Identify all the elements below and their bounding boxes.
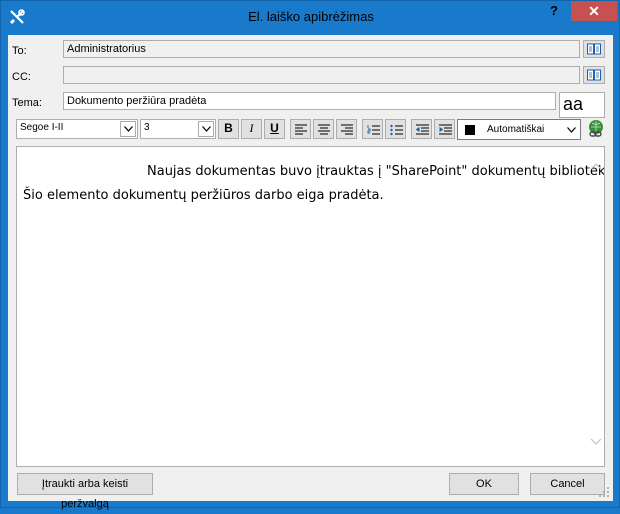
- subject-field[interactable]: Dokumento peržiūra pradėta: [63, 92, 556, 110]
- cc-address-book-button[interactable]: [583, 66, 605, 84]
- align-center-button[interactable]: [313, 119, 334, 139]
- to-address-book-button[interactable]: [583, 40, 605, 58]
- align-right-button[interactable]: [336, 119, 357, 139]
- body-line-1: Naujas dokumentas buvo įtrauktas į "Shar…: [147, 164, 605, 179]
- bullet-list-icon: [390, 124, 403, 136]
- font-name-select[interactable]: Segoe I-II: [16, 119, 138, 139]
- indent-icon: [439, 124, 452, 135]
- increase-indent-button[interactable]: [434, 119, 455, 139]
- align-center-icon: [318, 124, 330, 135]
- font-name-value: Segoe I-II: [20, 122, 64, 133]
- outdent-icon: [416, 124, 429, 135]
- chevron-down-icon: [567, 127, 576, 133]
- scroll-up-icon[interactable]: [590, 161, 602, 171]
- align-right-icon: [341, 124, 353, 135]
- email-dialog: El. laiško apibrėžimas ? ✕ To: Administr…: [0, 0, 620, 510]
- scroll-down-icon[interactable]: [590, 437, 602, 447]
- body-line-2: Šio elemento dokumentų peržiūros darbo e…: [23, 188, 384, 203]
- address-book-icon: [587, 43, 601, 55]
- to-field[interactable]: Administratorius: [63, 40, 580, 58]
- font-color-select[interactable]: Automatiškai: [457, 119, 581, 140]
- font-size-value: 3: [144, 122, 150, 133]
- resize-grip-icon[interactable]: [598, 486, 610, 498]
- add-lookup-button[interactable]: Įtraukti arba keisti peržvalgą: [17, 473, 153, 510]
- italic-button[interactable]: I: [241, 119, 262, 139]
- chevron-down-icon: [198, 121, 214, 137]
- font-color-value: Automatiškai: [487, 124, 545, 135]
- help-button[interactable]: ?: [538, 1, 570, 21]
- close-button[interactable]: ✕: [571, 1, 617, 21]
- address-book-icon: [587, 69, 601, 81]
- bullet-list-button[interactable]: [385, 119, 406, 139]
- dialog-title: El. laiško apibrėžimas: [248, 9, 374, 24]
- subject-label: Tema:: [12, 97, 42, 109]
- cancel-button[interactable]: Cancel: [530, 473, 605, 495]
- bold-button[interactable]: B: [218, 119, 239, 139]
- title-bar[interactable]: El. laiško apibrėžimas ? ✕: [1, 1, 620, 35]
- cc-field[interactable]: [63, 66, 580, 84]
- hyperlink-icon[interactable]: [586, 119, 606, 139]
- align-left-button[interactable]: [290, 119, 311, 139]
- align-left-icon: [295, 124, 307, 135]
- font-preview: aa: [559, 92, 605, 118]
- underline-button[interactable]: U: [264, 119, 285, 139]
- dialog-body: To: Administratorius CC: Tema: Dokumento…: [8, 35, 613, 510]
- chevron-down-icon: [120, 121, 136, 137]
- ok-button[interactable]: OK: [449, 473, 519, 495]
- cc-label: CC:: [12, 71, 31, 83]
- color-swatch: [465, 125, 475, 135]
- decrease-indent-button[interactable]: [411, 119, 432, 139]
- numbered-list-button[interactable]: [362, 119, 383, 139]
- font-size-select[interactable]: 3: [140, 119, 216, 139]
- numbered-list-icon: [367, 125, 380, 135]
- to-label: To:: [12, 45, 27, 57]
- message-body-editor[interactable]: Naujas dokumentas buvo įtrauktas į "Shar…: [16, 146, 605, 467]
